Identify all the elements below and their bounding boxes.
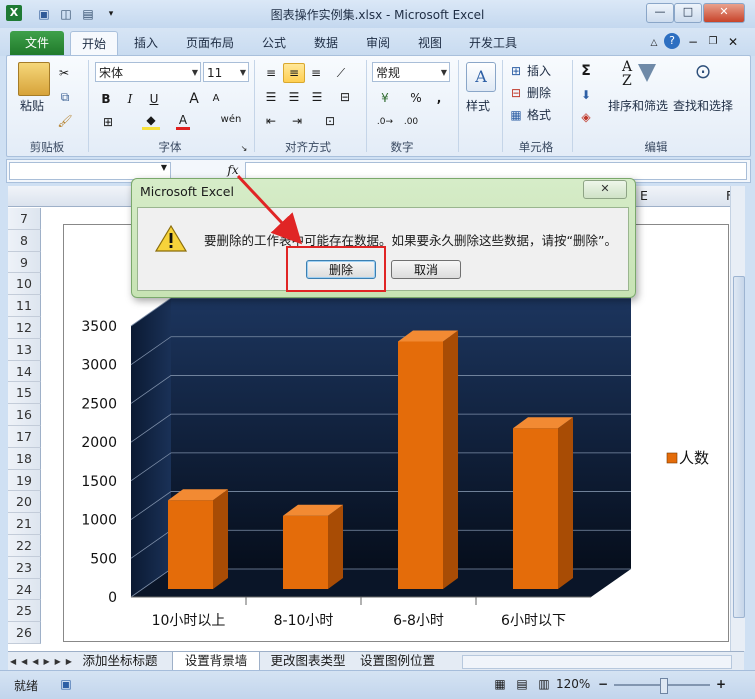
page-break-view-icon[interactable]: ▥ [536, 675, 552, 693]
zoom-out-button[interactable]: − [596, 675, 610, 693]
zoom-in-button[interactable]: + [714, 675, 728, 693]
horizontal-scrollbar[interactable] [462, 655, 732, 669]
annotation-arrow-icon [236, 174, 303, 245]
sheet-tab-change-chart-type[interactable]: 更改图表类型 [260, 652, 356, 670]
sheet-tab-legend-position[interactable]: 设置图例位置 [360, 652, 456, 670]
sheet-nav-arrows-icon[interactable]: ◀◀◀▶▶▶ [10, 653, 72, 671]
page-layout-view-icon[interactable]: ▤ [514, 675, 530, 693]
status-ready: 就绪 [14, 679, 39, 693]
sheet-tab-add-axis-title[interactable]: 添加坐标标题 [72, 652, 168, 670]
sheet-tab-background-wall[interactable]: 设置背景墙 [172, 652, 260, 671]
zoom-level[interactable]: 120% [556, 677, 590, 691]
status-bar: 就绪 ▣ ▦ ▤ ▥ 120% − + [0, 670, 755, 699]
macro-record-icon[interactable]: ▣ [58, 675, 74, 693]
zoom-slider-thumb[interactable] [660, 678, 668, 694]
normal-view-icon[interactable]: ▦ [492, 675, 508, 693]
